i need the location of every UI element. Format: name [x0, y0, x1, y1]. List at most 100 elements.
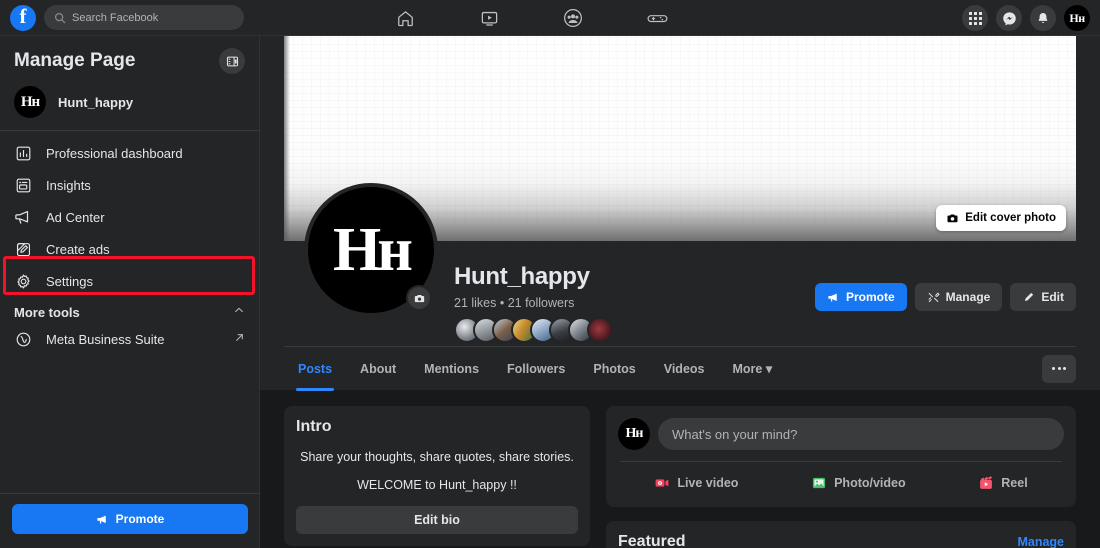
- tab-more[interactable]: More ▾: [718, 347, 786, 391]
- tab-label: Mentions: [424, 361, 480, 376]
- composer-input[interactable]: What's on your mind?: [658, 418, 1064, 450]
- create-ads-icon: [14, 240, 32, 258]
- page-stats: 21 likes • 21 followers: [454, 296, 575, 310]
- sidebar-item-label: Meta Business Suite: [46, 331, 165, 347]
- profile-identity: Hн Hunt_happy 21 likes • 21 followers Pr…: [260, 183, 1100, 346]
- manage-button-label: Manage: [945, 290, 991, 304]
- collapse-panel-icon[interactable]: [219, 48, 245, 74]
- friend-avatar: [587, 317, 613, 343]
- intro-card: Intro Share your thoughts, share quotes,…: [284, 406, 590, 546]
- messenger-icon[interactable]: [996, 5, 1022, 31]
- photo-video-button[interactable]: Photo/video: [801, 471, 916, 495]
- tab-label: Photos: [593, 361, 636, 376]
- bell-icon[interactable]: [1030, 5, 1056, 31]
- sidebar-section-label: More tools: [14, 304, 80, 320]
- profile-picture-wrap: Hн: [304, 183, 438, 317]
- sidebar-section-more-tools[interactable]: More tools: [0, 297, 259, 323]
- tab-label: More ▾: [732, 362, 773, 376]
- search-icon: [54, 12, 66, 24]
- chevron-up-icon[interactable]: [233, 303, 245, 321]
- sidebar-item-ad-center[interactable]: Ad Center: [0, 201, 259, 233]
- promote-button[interactable]: Promote: [814, 283, 907, 311]
- sidebar-header: Manage Page: [0, 36, 259, 82]
- sidebar-item-label: Insights: [46, 177, 91, 193]
- profile-action-buttons: Promote Manage Edit: [814, 283, 1076, 311]
- cover-left-shade: [284, 36, 290, 241]
- top-nav-right-group: Hн: [962, 0, 1090, 36]
- megaphone-icon: [14, 208, 32, 226]
- featured-title: Featured: [618, 533, 686, 548]
- edit-bio-button[interactable]: Edit bio: [296, 506, 578, 534]
- main-content: Edit cover photo Hн Hunt_happy 21 likes: [260, 36, 1100, 548]
- tools-icon: [928, 292, 940, 302]
- tab-label: Posts: [298, 361, 333, 376]
- groups-icon[interactable]: [558, 3, 588, 33]
- tab-followers[interactable]: Followers: [493, 347, 579, 391]
- sidebar-title: Manage Page: [14, 50, 136, 71]
- tab-label: Videos: [663, 361, 705, 376]
- reel-button[interactable]: Reel: [968, 471, 1037, 495]
- page-title: Hunt_happy: [454, 263, 590, 290]
- sidebar-promote-button[interactable]: Promote: [12, 504, 248, 534]
- photo-video-label: Photo/video: [834, 476, 906, 490]
- megaphone-icon: [97, 515, 106, 524]
- tab-posts[interactable]: Posts: [284, 347, 346, 391]
- promote-button-label: Promote: [845, 290, 895, 304]
- meta-icon: [14, 330, 32, 348]
- manage-button[interactable]: Manage: [914, 283, 1003, 311]
- sidebar-item-insights[interactable]: Insights: [0, 169, 259, 201]
- video-icon[interactable]: [474, 3, 504, 33]
- profile-picture-camera-icon[interactable]: [406, 285, 432, 311]
- featured-card: Featured Manage: [606, 521, 1076, 548]
- top-navigation-bar: f Search Facebook Hн: [0, 0, 1100, 36]
- profile-more-options-button[interactable]: [1042, 354, 1076, 383]
- facebook-logo-icon[interactable]: f: [10, 4, 36, 31]
- tab-videos[interactable]: Videos: [650, 347, 719, 391]
- composer-action-row: Live video Photo/video Reel: [618, 462, 1064, 495]
- edit-button-label: Edit: [1041, 290, 1064, 304]
- tab-about[interactable]: About: [346, 347, 410, 391]
- live-video-button[interactable]: Live video: [644, 471, 748, 495]
- edit-cover-photo-button[interactable]: Edit cover photo: [936, 205, 1066, 231]
- account-avatar[interactable]: Hн: [1064, 5, 1090, 31]
- megaphone-icon: [828, 293, 837, 302]
- edit-cover-photo-label: Edit cover photo: [965, 212, 1056, 224]
- manage-page-sidebar: Manage Page Hн Hunt_happy Professional d…: [0, 36, 260, 548]
- feed-left-column: Intro Share your thoughts, share quotes,…: [284, 406, 590, 548]
- sidebar-item-meta-business-suite[interactable]: Meta Business Suite: [0, 323, 259, 355]
- profile-header-card: Edit cover photo Hн Hunt_happy 21 likes: [260, 36, 1100, 391]
- sidebar-page-name: Hunt_happy: [58, 94, 134, 110]
- sidebar-item-settings[interactable]: Settings: [0, 265, 259, 297]
- gamepad-icon[interactable]: [642, 3, 672, 33]
- top-nav-center-group: [390, 0, 672, 36]
- featured-manage-link[interactable]: Manage: [1017, 535, 1064, 548]
- featured-header: Featured Manage: [618, 533, 1064, 548]
- search-placeholder: Search Facebook: [72, 11, 159, 24]
- feed-area: Intro Share your thoughts, share quotes,…: [260, 390, 1100, 548]
- composer-placeholder: What's on your mind?: [672, 426, 798, 442]
- sidebar-page-avatar: Hн: [14, 86, 46, 118]
- insights-icon: [14, 176, 32, 194]
- ellipsis-icon: [1052, 367, 1066, 370]
- tab-mentions[interactable]: Mentions: [410, 347, 493, 391]
- home-icon[interactable]: [390, 3, 420, 33]
- camera-icon: [947, 213, 958, 222]
- tab-photos[interactable]: Photos: [579, 347, 649, 391]
- live-video-icon: [655, 479, 669, 487]
- composer-avatar: Hн: [618, 418, 650, 450]
- edit-button[interactable]: Edit: [1010, 283, 1076, 311]
- profile-identity-text: Hunt_happy 21 likes • 21 followers: [454, 263, 613, 343]
- sidebar-page-row[interactable]: Hн Hunt_happy: [0, 82, 259, 131]
- sidebar-item-label: Ad Center: [46, 209, 105, 225]
- live-video-label: Live video: [677, 476, 739, 490]
- gear-icon: [14, 272, 32, 290]
- search-input[interactable]: Search Facebook: [44, 5, 244, 30]
- composer-top-row: Hн What's on your mind?: [618, 418, 1064, 450]
- sidebar-item-label: Settings: [46, 273, 93, 289]
- friend-avatars-row[interactable]: [454, 317, 613, 343]
- sidebar-item-professional-dashboard[interactable]: Professional dashboard: [0, 137, 259, 169]
- sidebar-item-create-ads[interactable]: Create ads: [0, 233, 259, 265]
- profile-tabs: Posts About Mentions Followers Photos Vi…: [284, 346, 1076, 391]
- grid-menu-icon[interactable]: [962, 5, 988, 31]
- tab-label: About: [360, 361, 397, 376]
